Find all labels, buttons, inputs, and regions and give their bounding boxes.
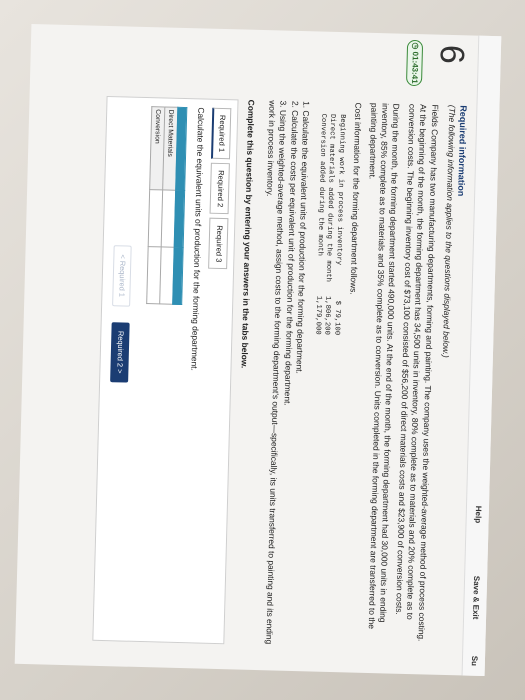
question-content: Required information (The following info… [91,95,469,650]
equivalent-units-table: Direct Materials Conversion [146,106,187,305]
answer-input[interactable] [159,246,174,305]
browser-screen: Help Save & Exit Su 6 ◷ 01:43:41 Require… [14,23,502,677]
save-exit-button[interactable]: Save & Exit [471,576,481,620]
submit-button[interactable]: Su [470,656,479,666]
cost-table: Beginning work in process inventory $ 79… [311,113,346,349]
tab-required-1[interactable]: Required 1 [210,107,232,160]
answer-panel: Required 1 Required 2 Required 3 Calcula… [91,95,239,645]
answer-input[interactable] [146,246,161,304]
tab-required-3[interactable]: Required 3 [208,217,229,270]
tab-required-2[interactable]: Required 2 [209,162,231,215]
prev-required-button[interactable]: < Required 1 [111,245,132,307]
timer-badge: ◷ 01:43:41 [405,39,424,87]
clock-icon: ◷ [410,42,421,50]
row-label: Conversion [149,106,165,190]
row-label: Direct Materials [162,106,178,191]
next-required-button[interactable]: Required 2 > [109,321,130,383]
cost-value: 1,806,200 [322,295,332,335]
answer-input[interactable] [160,189,176,248]
answer-input[interactable] [147,189,163,247]
tab-navigation: < Required 1 Required 2 > [103,245,132,632]
photo-background: Help Save & Exit Su 6 ◷ 01:43:41 Require… [0,0,525,700]
cost-value: 1,179,000 [313,295,323,335]
cost-value: $ 79,100 [332,300,342,336]
help-button[interactable]: Help [474,506,483,524]
instructions-list: 1. Calculate the equivalent units of pro… [252,100,312,646]
timer-text: 01:43:41 [410,51,420,84]
question-number: 6 [432,44,472,65]
